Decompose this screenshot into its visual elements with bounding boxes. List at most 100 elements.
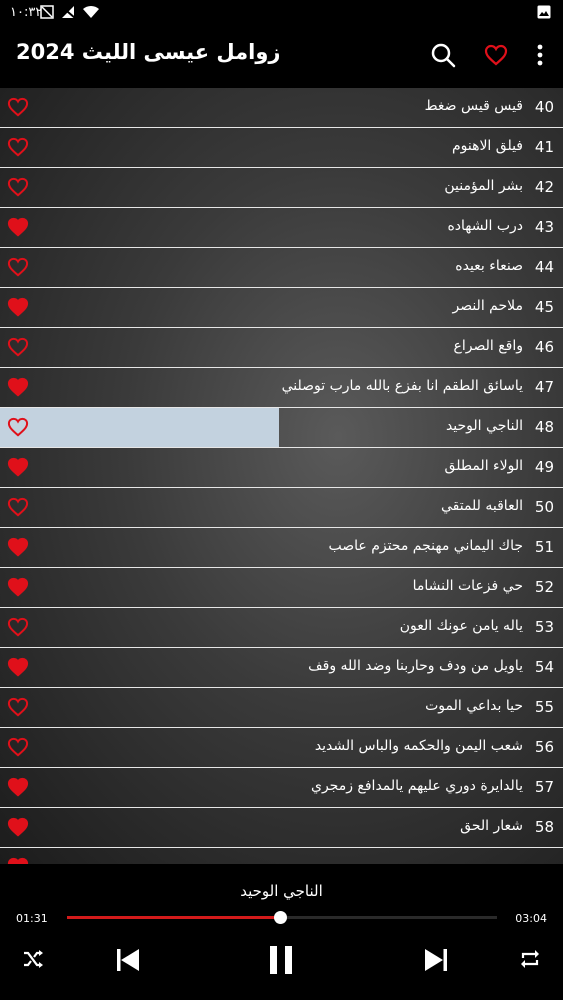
track-list[interactable]: 40 قيس قيس ضغط 41 فيلق الاهنوم 42 بشر المؤمني… — [0, 88, 563, 864]
track-title: ياويل من ودف وحاربنا وضد الله وقف — [308, 658, 523, 674]
skip-next-icon — [425, 949, 447, 971]
track-title: شعب اليمن والحكمه والباس الشديد — [314, 738, 523, 754]
track-title: قيس قيس ضغط — [424, 98, 523, 114]
heart-outline-icon[interactable] — [7, 737, 29, 757]
track-title: جاك اليماني مهنجم محتزم عاصب — [328, 538, 523, 554]
track-row[interactable]: 55 حيا بداعي الموت — [0, 688, 563, 728]
track-row[interactable]: 53 ياله يامن عونك العون — [0, 608, 563, 648]
track-number: 56 — [534, 738, 554, 756]
seek-progress — [67, 916, 280, 919]
track-number: 44 — [534, 258, 554, 276]
more-vert-icon — [537, 44, 543, 66]
previous-button[interactable] — [112, 944, 144, 976]
pause-button[interactable] — [265, 944, 297, 976]
track-title: بشر المؤمنين — [444, 178, 523, 194]
heart-filled-icon[interactable] — [7, 457, 29, 477]
track-number: 55 — [534, 698, 554, 716]
page-title: زوامل عيسى الليث 2024 — [16, 40, 281, 64]
heart-outline-icon[interactable] — [7, 97, 29, 117]
track-row[interactable]: 46 واقع الصراع — [0, 328, 563, 368]
track-number: 57 — [534, 778, 554, 796]
track-number: 45 — [534, 298, 554, 316]
track-row-active[interactable]: 48 الناجي الوحيد — [0, 408, 563, 448]
pause-icon — [270, 946, 292, 974]
track-row[interactable]: 52 حي فزعات النشاما — [0, 568, 563, 608]
search-button[interactable] — [428, 40, 458, 70]
heart-filled-icon[interactable] — [7, 857, 29, 864]
heart-outline-icon[interactable] — [7, 497, 29, 517]
track-row[interactable]: 54 ياويل من ودف وحاربنا وضد الله وقف — [0, 648, 563, 688]
track-row[interactable]: 56 شعب اليمن والحكمه والباس الشديد — [0, 728, 563, 768]
track-title: الولاء المطلق — [444, 458, 523, 474]
heart-filled-icon[interactable] — [7, 377, 29, 397]
track-number: 49 — [534, 458, 554, 476]
heart-outline-icon[interactable] — [7, 417, 29, 437]
track-title: درب الشهاده — [447, 218, 523, 234]
track-number: 52 — [534, 578, 554, 596]
repeat-icon — [521, 950, 539, 968]
track-number: 58 — [534, 818, 554, 836]
seek-handle[interactable] — [273, 911, 287, 924]
track-title: صنعاء بعيده — [455, 258, 523, 274]
heart-outline-icon[interactable] — [7, 137, 29, 157]
track-title: واقع الصراع — [453, 338, 523, 354]
track-row[interactable]: 45 ملاحم النصر — [0, 288, 563, 328]
track-row[interactable]: 40 قيس قيس ضغط — [0, 88, 563, 128]
track-number: 54 — [534, 658, 554, 676]
heart-filled-icon[interactable] — [7, 777, 29, 797]
track-row[interactable]: 50 العاقبه للمتقي — [0, 488, 563, 528]
track-row[interactable]: 47 ياسائق الطقم انا بفزع بالله مارب توصلن… — [0, 368, 563, 408]
track-title: حي فزعات النشاما — [412, 578, 523, 594]
next-button[interactable] — [420, 944, 452, 976]
seek-bar[interactable] — [67, 911, 497, 924]
heart-outline-icon[interactable] — [7, 257, 29, 277]
repeat-button[interactable] — [515, 944, 545, 974]
heart-filled-icon[interactable] — [7, 817, 29, 837]
heart-outline-icon[interactable] — [7, 617, 29, 637]
total-time: 03:04 — [515, 912, 547, 925]
favorites-button[interactable] — [481, 40, 511, 70]
track-number: 50 — [534, 498, 554, 516]
heart-filled-icon[interactable] — [7, 217, 29, 237]
track-number: 53 — [534, 618, 554, 636]
track-title: ملاحم النصر — [452, 298, 523, 314]
track-row[interactable]: 57 يالدايرة دوري عليهم يالمدافع زمجري — [0, 768, 563, 808]
track-title: العاقبه للمتقي — [440, 498, 523, 514]
heart-filled-icon[interactable] — [7, 297, 29, 317]
heart-outline-icon[interactable] — [7, 177, 29, 197]
heart-outline-icon[interactable] — [7, 337, 29, 357]
track-number: 46 — [534, 338, 554, 356]
track-row[interactable]: 49 الولاء المطلق — [0, 448, 563, 488]
track-row[interactable]: 41 فيلق الاهنوم — [0, 128, 563, 168]
track-title: ياله يامن عونك العون — [399, 618, 523, 634]
heart-outline-icon[interactable] — [7, 697, 29, 717]
shuffle-button[interactable] — [18, 944, 48, 974]
track-number: 48 — [534, 418, 554, 436]
elapsed-time: 01:31 — [16, 912, 48, 925]
heart-filled-icon[interactable] — [7, 657, 29, 677]
track-row[interactable]: 42 بشر المؤمنين — [0, 168, 563, 208]
more-options-button[interactable] — [525, 40, 555, 70]
track-row-partial[interactable] — [0, 848, 563, 864]
image-notification-icon — [537, 5, 551, 19]
heart-outline-icon — [484, 44, 508, 66]
now-playing-title: الناجي الوحيد — [240, 882, 323, 900]
player-bar: الناجي الوحيد 01:31 03:04 — [0, 864, 563, 1000]
heart-filled-icon[interactable] — [7, 577, 29, 597]
track-number: 41 — [534, 138, 554, 156]
search-icon — [431, 43, 456, 68]
track-row[interactable]: 43 درب الشهاده — [0, 208, 563, 248]
track-row[interactable]: 51 جاك اليماني مهنجم محتزم عاصب — [0, 528, 563, 568]
no-sim-icon — [60, 5, 76, 19]
track-number: 42 — [534, 178, 554, 196]
track-row[interactable]: 44 صنعاء بعيده — [0, 248, 563, 288]
heart-filled-icon[interactable] — [7, 537, 29, 557]
track-number: 51 — [534, 538, 554, 556]
track-title: يالدايرة دوري عليهم يالمدافع زمجري — [310, 778, 523, 794]
track-title: ياسائق الطقم انا بفزع بالله مارب توصلني — [281, 378, 523, 394]
track-row[interactable]: 58 شعار الحق — [0, 808, 563, 848]
status-time: ١٠:٣٢ — [10, 5, 43, 20]
track-number: 47 — [534, 378, 554, 396]
status-icons — [40, 5, 100, 19]
track-number: 40 — [534, 98, 554, 116]
